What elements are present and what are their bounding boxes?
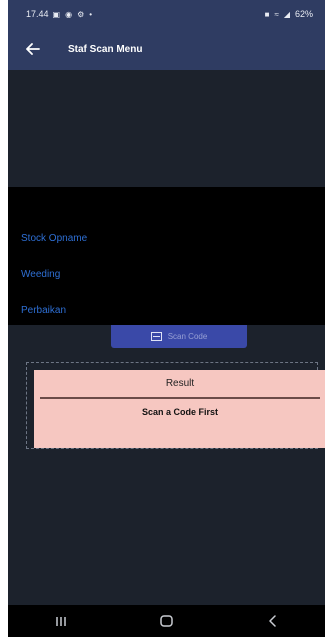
menu-item-label: Weeding <box>21 268 61 280</box>
status-time: 17.44 <box>26 9 49 19</box>
dot-icon: • <box>89 9 94 19</box>
system-back-button[interactable] <box>252 609 292 633</box>
status-left: 17.44 ▣ ◉ ⚙ • <box>26 9 93 19</box>
messenger-icon: ◉ <box>65 9 74 19</box>
app-bar: Staf Scan Menu <box>8 28 325 70</box>
recent-apps-button[interactable] <box>41 609 81 633</box>
system-nav-bar <box>8 605 325 637</box>
result-title: Result <box>165 378 195 389</box>
page-title: Staf Scan Menu <box>68 43 143 55</box>
status-bar: 17.44 ▣ ◉ ⚙ • ■ ≈ ◢ 62% <box>8 0 325 28</box>
menu-item-label: Stock Opname <box>21 232 88 244</box>
scan-code-button[interactable]: Scan Code <box>111 325 247 348</box>
phone-screen: 17.44 ▣ ◉ ⚙ • ■ ≈ ◢ 62% Staf Scan Menu S… <box>8 0 325 637</box>
home-button[interactable] <box>146 609 186 633</box>
recent-apps-icon <box>56 616 66 626</box>
home-icon <box>160 615 173 627</box>
result-divider <box>40 397 320 399</box>
result-card: Result Scan a Code First <box>34 370 325 448</box>
settings-icon: ⚙ <box>77 9 86 19</box>
battery-saver-icon: ■ <box>264 9 271 19</box>
scan-code-label: Scan Code <box>167 332 208 341</box>
gallery-icon: ▣ <box>52 9 62 19</box>
menu-item-perbaikan[interactable]: Perbaikan <box>8 292 325 328</box>
menu-item-weeding[interactable]: Weeding <box>8 256 325 292</box>
signal-icon: ◢ <box>283 9 291 19</box>
result-message: Scan a Code First <box>141 407 219 417</box>
battery-level: 62% <box>294 9 313 19</box>
back-button[interactable] <box>20 36 46 62</box>
menu-item-stock-opname[interactable]: Stock Opname <box>8 220 325 256</box>
menu-item-label: Perbaikan <box>21 304 67 316</box>
status-right: ■ ≈ ◢ 62% <box>265 9 313 19</box>
wifi-icon: ≈ <box>274 9 280 19</box>
menu-panel: Stock Opname Weeding Perbaikan <box>8 187 325 325</box>
back-icon <box>269 615 276 627</box>
qr-scan-icon <box>150 332 162 341</box>
arrow-left-icon <box>26 43 40 55</box>
